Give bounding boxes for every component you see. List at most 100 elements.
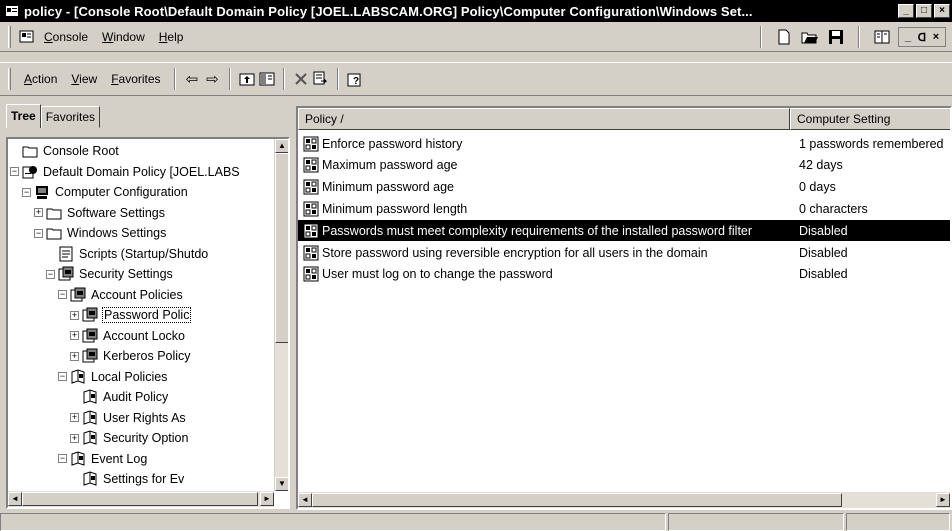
setting-icon [302, 223, 320, 239]
collapse-icon[interactable]: − [58, 290, 67, 299]
expand-icon[interactable]: + [70, 413, 79, 422]
tree-node[interactable]: Console Root [10, 141, 120, 161]
folder-icon [22, 143, 38, 159]
tree-node[interactable]: − Account Policies [58, 285, 184, 305]
scroll-right-button[interactable]: ► [260, 492, 274, 506]
result-list[interactable]: Policy / Computer Setting ◄ ► Enforce pa… [296, 106, 952, 510]
tree-horizontal-scrollbar[interactable]: ◄ ► [8, 491, 274, 507]
menu-console[interactable]: Console [37, 30, 95, 44]
scroll-left-button[interactable]: ◄ [8, 492, 22, 506]
close-button[interactable]: × [934, 4, 950, 18]
up-one-level-icon[interactable] [237, 70, 257, 88]
toolbar-grip[interactable] [8, 68, 11, 90]
column-header-computer-setting[interactable]: Computer Setting [790, 108, 950, 130]
column-header-policy[interactable]: Policy / [298, 108, 790, 130]
policy-name: Minimum password length [322, 201, 468, 216]
policy-row[interactable]: Minimum password length 0 characters [298, 198, 950, 219]
mdi-close-icon[interactable]: × [929, 31, 943, 43]
save-icon[interactable] [826, 28, 846, 46]
scroll-right-icon: ► [263, 494, 271, 503]
new-icon[interactable] [774, 28, 794, 46]
policy-name: User must log on to change the password [322, 267, 553, 282]
console-tree[interactable]: ▲ ▼ ◄ ► Console Root − Default Domain Poli… [6, 137, 290, 509]
open-icon[interactable] [800, 28, 820, 46]
expand-icon[interactable]: + [70, 310, 79, 320]
tree-node[interactable]: − Security Settings [46, 264, 174, 284]
tree-node[interactable]: Settings for Ev [70, 469, 185, 489]
collapse-icon[interactable]: − [58, 372, 67, 381]
mdi-restore-icon[interactable]: ᗡ [915, 31, 929, 44]
expand-icon[interactable]: + [70, 331, 79, 340]
tree-node[interactable]: − Event Log [58, 449, 148, 469]
scroll-left-button[interactable]: ◄ [298, 493, 312, 507]
collapse-icon[interactable]: − [58, 454, 67, 463]
book-icon [82, 409, 98, 426]
tab-tree[interactable]: Tree [6, 104, 41, 128]
tree-node-label: Windows Settings [67, 226, 167, 240]
setting-icon [302, 179, 320, 195]
menu-action[interactable]: Action [17, 72, 64, 86]
help-icon[interactable]: ? [345, 70, 365, 88]
policy-icon [22, 164, 38, 180]
tab-favorites[interactable]: Favorites [40, 106, 101, 128]
menu-view[interactable]: View [64, 72, 104, 86]
scroll-down-button[interactable]: ▼ [275, 477, 288, 491]
tree-node[interactable]: − Local Policies [58, 367, 168, 387]
back-arrow-icon[interactable]: ⇦ [182, 70, 203, 88]
tree-node[interactable]: − Windows Settings [34, 223, 167, 243]
minimize-button[interactable]: _ [898, 4, 914, 18]
properties-icon[interactable] [872, 28, 892, 46]
tree-node-label: Kerberos Policy [103, 349, 191, 363]
tree-node[interactable]: + Software Settings [34, 203, 166, 223]
tree-node[interactable]: + Kerberos Policy [70, 346, 192, 366]
status-bar [0, 513, 952, 531]
policy-row[interactable]: Store password using reversible encrypti… [298, 242, 950, 263]
expand-icon[interactable]: + [70, 351, 79, 361]
tree-node[interactable]: + User Rights As [70, 408, 187, 428]
menu-window[interactable]: Window [95, 30, 152, 44]
tree-node[interactable]: + Security Option [70, 428, 189, 448]
show-hide-tree-icon[interactable] [257, 70, 277, 88]
scroll-thumb[interactable] [22, 492, 258, 506]
console-icon[interactable] [17, 28, 37, 46]
scroll-thumb[interactable] [312, 493, 842, 507]
tree-node-label: Security Option [103, 431, 189, 445]
maximize-button[interactable]: □ [916, 4, 932, 18]
policy-row[interactable]: Enforce password history 1 passwords reme… [298, 133, 950, 154]
collapse-icon[interactable]: − [22, 187, 31, 197]
forward-arrow-icon[interactable]: ⇨ [202, 70, 223, 88]
export-list-icon[interactable] [311, 70, 331, 88]
title-bar[interactable]: policy - [Console Root\Default Domain Po… [0, 0, 952, 22]
mdi-minimize-icon[interactable]: _ [901, 31, 915, 43]
tree-vertical-scrollbar[interactable]: ▲ ▼ [274, 139, 288, 491]
policy-row[interactable]: Passwords must meet complexity requireme… [298, 220, 950, 242]
close-icon: × [939, 5, 945, 16]
tree-node[interactable]: Audit Policy [70, 387, 169, 407]
scroll-up-icon: ▲ [278, 141, 286, 150]
scroll-up-button[interactable]: ▲ [275, 139, 288, 153]
collapse-icon[interactable]: − [34, 228, 43, 238]
policy-row[interactable]: User must log on to change the password D… [298, 264, 950, 285]
collapse-icon[interactable]: − [46, 269, 55, 279]
setting-icon [302, 201, 320, 217]
scroll-thumb[interactable] [275, 153, 288, 343]
toolbar-grip[interactable] [8, 25, 11, 48]
tree-node[interactable]: Scripts (Startup/Shutdo [46, 244, 209, 264]
delete-icon[interactable] [291, 70, 311, 88]
tree-node[interactable]: − Default Domain Policy [JOEL.LABS [10, 162, 241, 182]
expand-icon[interactable]: + [34, 208, 43, 217]
tree-node[interactable]: + Account Locko [70, 326, 186, 346]
list-horizontal-scrollbar[interactable]: ◄ ► [298, 492, 950, 508]
scope-tabs: Tree Favorites [6, 104, 101, 128]
policy-row[interactable]: Minimum password age 0 days [298, 177, 950, 198]
menu-help[interactable]: Help [152, 30, 191, 44]
expand-icon[interactable]: + [70, 433, 79, 443]
mmc-app-icon[interactable] [4, 4, 20, 18]
menu-favorites[interactable]: Favorites [104, 72, 167, 86]
tree-node[interactable]: + Password Polic [70, 305, 192, 325]
collapse-icon[interactable]: − [10, 167, 19, 176]
policy-row[interactable]: Maximum password age 42 days [298, 155, 950, 176]
scroll-right-button[interactable]: ► [936, 493, 950, 507]
tree-node[interactable]: − Computer Configuration [22, 182, 189, 202]
toolbar-separator [858, 26, 860, 48]
